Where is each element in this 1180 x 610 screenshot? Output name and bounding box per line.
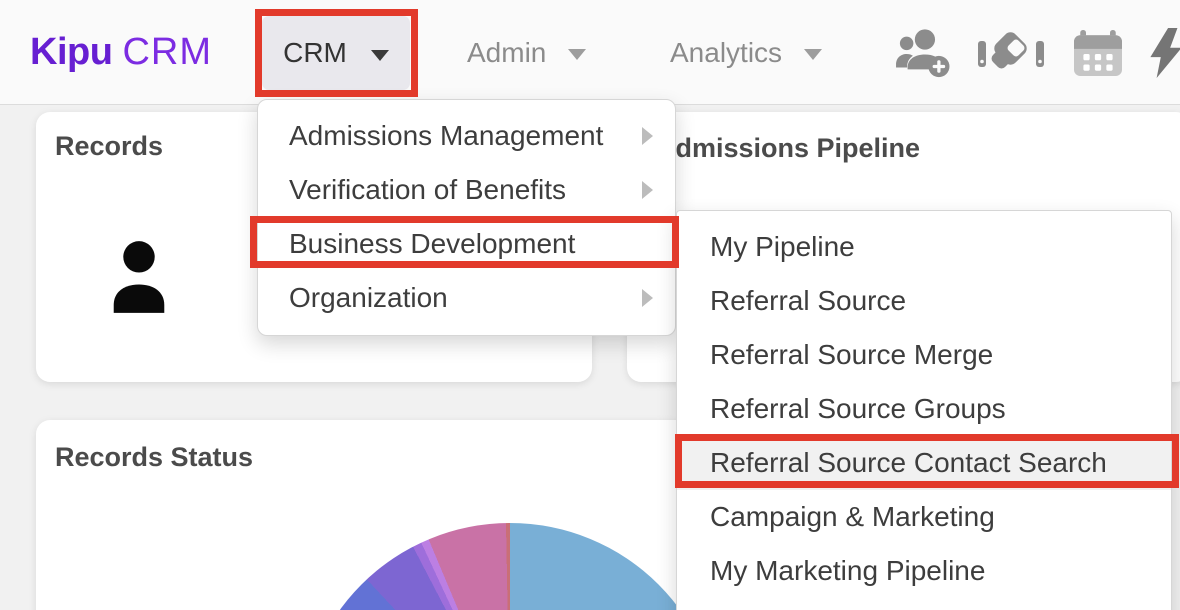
menu-item-label: Referral Source Groups [710,393,1006,425]
submenu-item-referral-source-contact-search[interactable]: Referral Source Contact Search [677,436,1171,490]
logo-kipu: Kipu [30,31,112,74]
person-add-icon[interactable] [894,0,952,105]
menu-item-label: My Pipeline [710,231,855,263]
person-icon [98,234,180,325]
menu-item-verification-of-benefits[interactable]: Verification of Benefits [258,163,675,217]
business-development-submenu: My Pipeline Referral Source Referral Sou… [676,210,1172,610]
submenu-item-referral-source-merge[interactable]: Referral Source Merge [677,328,1171,382]
nav-menu-crm[interactable]: CRM [262,16,410,90]
chevron-right-icon [642,289,653,307]
menu-item-label: Referral Source Contact Search [710,447,1107,479]
logo-crm: CRM [122,31,212,74]
nav-menu-admin[interactable]: Admin [467,0,586,105]
menu-item-label: Admissions Management [289,120,603,152]
menu-item-label: Campaign & Marketing [710,501,995,533]
top-navbar: Kipu CRM CRM Admin Analytics [0,0,1180,105]
submenu-item-my-marketing-pipeline[interactable]: My Marketing Pipeline [677,544,1171,598]
nav-menu-analytics[interactable]: Analytics [670,0,822,105]
menu-item-admissions-management[interactable]: Admissions Management [258,109,675,163]
nav-menu-crm-label: CRM [283,37,347,69]
records-status-title: Records Status [55,442,253,473]
admissions-pipeline-title: Admissions Pipeline [656,133,920,164]
menu-item-label: Referral Source [710,285,906,317]
calendar-icon[interactable] [1074,0,1122,105]
submenu-item-my-pipeline[interactable]: My Pipeline [677,220,1171,274]
menu-item-label: Referral Source Merge [710,339,993,371]
lightning-icon[interactable] [1150,0,1180,105]
chevron-down-icon [371,50,389,61]
submenu-item-referral-source[interactable]: Referral Source [677,274,1171,328]
menu-item-label: My Marketing Pipeline [710,555,985,587]
menu-item-organization[interactable]: Organization [258,271,675,325]
nav-menu-admin-label: Admin [467,37,546,69]
chevron-down-icon [568,49,586,60]
menu-item-business-development[interactable]: Business Development [258,217,675,271]
handshake-icon[interactable] [978,0,1044,105]
chevron-right-icon [642,181,653,199]
submenu-item-campaign-marketing[interactable]: Campaign & Marketing [677,490,1171,544]
chevron-right-icon [642,127,653,145]
app-logo: Kipu CRM [30,0,212,105]
crm-dropdown-menu: Admissions Management Verification of Be… [257,99,676,336]
menu-item-label: Business Development [289,228,575,260]
menu-item-label: Organization [289,282,448,314]
chevron-down-icon [804,49,822,60]
nav-menu-analytics-label: Analytics [670,37,782,69]
submenu-item-referral-source-groups[interactable]: Referral Source Groups [677,382,1171,436]
menu-item-label: Verification of Benefits [289,174,566,206]
records-card-title: Records [55,131,163,162]
